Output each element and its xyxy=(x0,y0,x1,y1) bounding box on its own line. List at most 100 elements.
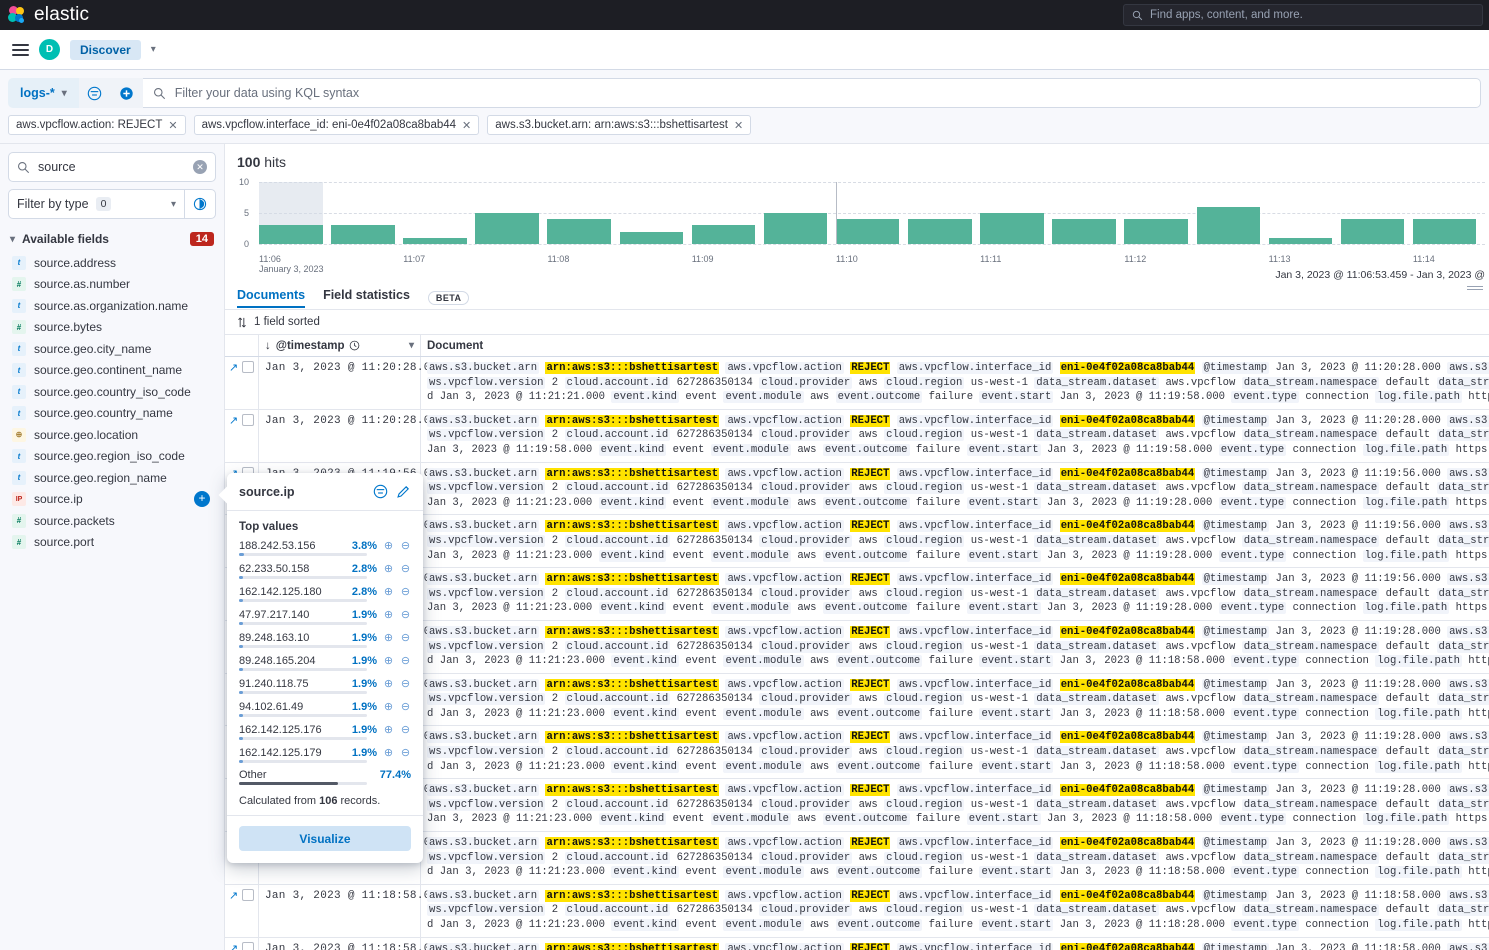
close-icon[interactable]: ✕ xyxy=(168,119,177,132)
expand-row-icon[interactable]: ↗ xyxy=(229,414,238,427)
filter-for-value-icon[interactable]: ⊕ xyxy=(383,654,394,667)
histogram-bar[interactable] xyxy=(259,225,323,244)
field-list-item[interactable]: tsource.geo.city_name xyxy=(8,338,216,360)
histogram-bar[interactable] xyxy=(1413,219,1477,244)
tab-documents[interactable]: Documents xyxy=(237,288,305,308)
filter-out-value-icon[interactable]: ⊖ xyxy=(400,746,411,759)
field-list-item[interactable]: ⊕source.geo.location xyxy=(8,424,216,446)
filter-for-value-icon[interactable]: ⊕ xyxy=(383,700,394,713)
histogram-chart[interactable]: 051011:0611:0711:0811:0911:1011:1111:121… xyxy=(225,174,1489,282)
expand-row-icon[interactable]: ↗ xyxy=(229,361,238,374)
filter-for-value-icon[interactable]: ⊕ xyxy=(383,631,394,644)
field-list-item[interactable]: tsource.geo.continent_name xyxy=(8,360,216,382)
add-filter-button[interactable] xyxy=(111,78,143,108)
row-checkbox[interactable] xyxy=(242,414,254,426)
filter-for-value-icon[interactable]: ⊕ xyxy=(383,539,394,552)
filter-for-value-icon[interactable]: ⊕ xyxy=(383,585,394,598)
filter-out-value-icon[interactable]: ⊖ xyxy=(400,700,411,713)
expand-row-icon[interactable]: ↗ xyxy=(229,889,238,902)
filter-pill[interactable]: aws.s3.bucket.arn: arn:aws:s3:::bshettis… xyxy=(487,115,751,135)
field-list-item[interactable]: tsource.geo.region_name xyxy=(8,467,216,489)
grid-header-timestamp[interactable]: ↓ @timestamp ▾ xyxy=(259,335,421,356)
histogram-bar[interactable] xyxy=(547,219,611,244)
row-checkbox[interactable] xyxy=(242,889,254,901)
filter-for-value-icon[interactable]: ⊕ xyxy=(383,562,394,575)
field-search-input[interactable]: source ✕ xyxy=(8,152,216,182)
filter-pill[interactable]: aws.vpcflow.interface_id: eni-0e4f02a08c… xyxy=(194,115,480,135)
histogram-bar[interactable] xyxy=(764,213,828,244)
histogram-bar[interactable] xyxy=(1341,219,1405,244)
histogram-bar[interactable] xyxy=(620,232,684,244)
visualize-button[interactable]: Visualize xyxy=(239,826,411,851)
add-field-button[interactable]: + xyxy=(194,491,210,507)
histogram-bar[interactable] xyxy=(908,219,972,244)
filter-for-value-icon[interactable]: ⊕ xyxy=(383,677,394,690)
field-list-item[interactable]: IPsource.ip+ xyxy=(8,489,216,511)
available-fields-group-header[interactable]: ▾ Available fields 14 xyxy=(8,229,216,252)
field-list-item[interactable]: #source.packets xyxy=(8,510,216,532)
filter-for-value-icon[interactable]: ⊕ xyxy=(383,608,394,621)
grid-header-document[interactable]: Document xyxy=(421,335,1489,356)
menu-hamburger-icon[interactable] xyxy=(12,44,29,56)
field-list-item[interactable]: tsource.geo.country_iso_code xyxy=(8,381,216,403)
space-avatar[interactable]: D xyxy=(39,39,60,60)
field-list-item[interactable]: tsource.as.organization.name xyxy=(8,295,216,317)
sort-label: 1 field sorted xyxy=(254,316,320,328)
close-icon[interactable]: ✕ xyxy=(462,119,471,132)
filter-out-value-icon[interactable]: ⊖ xyxy=(400,654,411,667)
filter-by-type-select[interactable]: Filter by type 0 ▾ xyxy=(8,189,185,219)
filter-out-value-icon[interactable]: ⊖ xyxy=(400,723,411,736)
field-list-item[interactable]: tsource.geo.region_iso_code xyxy=(8,446,216,468)
histogram-bar[interactable] xyxy=(403,238,467,244)
chevron-down-icon[interactable]: ▾ xyxy=(151,44,156,55)
filter-for-value-icon[interactable]: ⊕ xyxy=(383,723,394,736)
histogram-bar[interactable] xyxy=(1052,219,1116,244)
histogram-plot-area[interactable]: 051011:0611:0711:0811:0911:1011:1111:121… xyxy=(259,182,1485,244)
row-checkbox[interactable] xyxy=(242,942,254,950)
breadcrumb-discover[interactable]: Discover xyxy=(70,40,141,60)
pencil-edit-icon[interactable] xyxy=(396,484,411,499)
chart-resize-handle[interactable] xyxy=(1467,286,1483,289)
chevron-down-icon[interactable]: ▾ xyxy=(409,340,414,351)
field-list-item[interactable]: #source.bytes xyxy=(8,317,216,339)
table-row[interactable]: ↗Jan 3, 2023 @ 11:20:28.000aws.s3.bucket… xyxy=(225,410,1489,463)
field-info-button[interactable] xyxy=(185,189,216,219)
close-icon[interactable]: ✕ xyxy=(734,119,743,132)
filter-out-value-icon[interactable]: ⊖ xyxy=(400,677,411,690)
field-list-item[interactable]: #source.as.number xyxy=(8,274,216,296)
table-row[interactable]: ↗Jan 3, 2023 @ 11:18:58.000aws.s3.bucket… xyxy=(225,938,1489,950)
top-value-bar xyxy=(239,760,367,763)
grid-header-expand-col xyxy=(225,335,259,356)
filter-out-value-icon[interactable]: ⊖ xyxy=(400,585,411,598)
field-list-item[interactable]: tsource.geo.country_name xyxy=(8,403,216,425)
filter-out-value-icon[interactable]: ⊖ xyxy=(400,562,411,575)
clear-icon[interactable]: ✕ xyxy=(193,160,207,174)
histogram-bar[interactable] xyxy=(1197,207,1261,244)
histogram-bar[interactable] xyxy=(836,219,900,244)
tab-field-statistics[interactable]: Field statistics xyxy=(323,288,410,308)
field-name: source.geo.region_iso_code xyxy=(34,449,185,463)
histogram-bar[interactable] xyxy=(980,213,1044,244)
filter-out-value-icon[interactable]: ⊖ xyxy=(400,608,411,621)
filter-out-value-icon[interactable]: ⊖ xyxy=(400,631,411,644)
field-list-item[interactable]: #source.port xyxy=(8,532,216,554)
expand-row-icon[interactable]: ↗ xyxy=(229,942,238,950)
filter-icon[interactable] xyxy=(373,484,388,499)
table-row[interactable]: ↗Jan 3, 2023 @ 11:18:58.000aws.s3.bucket… xyxy=(225,885,1489,938)
sort-bar[interactable]: 1 field sorted xyxy=(225,310,1489,334)
field-list-item[interactable]: tsource.address xyxy=(8,252,216,274)
row-checkbox[interactable] xyxy=(242,361,254,373)
filter-out-value-icon[interactable]: ⊖ xyxy=(400,539,411,552)
global-search-input[interactable]: Find apps, content, and more. xyxy=(1123,4,1483,26)
table-row[interactable]: ↗Jan 3, 2023 @ 11:20:28.000aws.s3.bucket… xyxy=(225,357,1489,410)
histogram-bar[interactable] xyxy=(331,225,395,244)
data-view-selector[interactable]: logs-* ▾ xyxy=(8,78,79,108)
filter-for-value-icon[interactable]: ⊕ xyxy=(383,746,394,759)
histogram-bar[interactable] xyxy=(475,213,539,244)
histogram-bar[interactable] xyxy=(1269,238,1333,244)
filter-pill[interactable]: aws.vpcflow.action: REJECT ✕ xyxy=(8,115,186,135)
histogram-bar[interactable] xyxy=(1124,219,1188,244)
filter-menu-button[interactable] xyxy=(79,78,111,108)
histogram-bar[interactable] xyxy=(692,225,756,244)
kql-query-input[interactable]: Filter your data using KQL syntax xyxy=(143,78,1481,108)
